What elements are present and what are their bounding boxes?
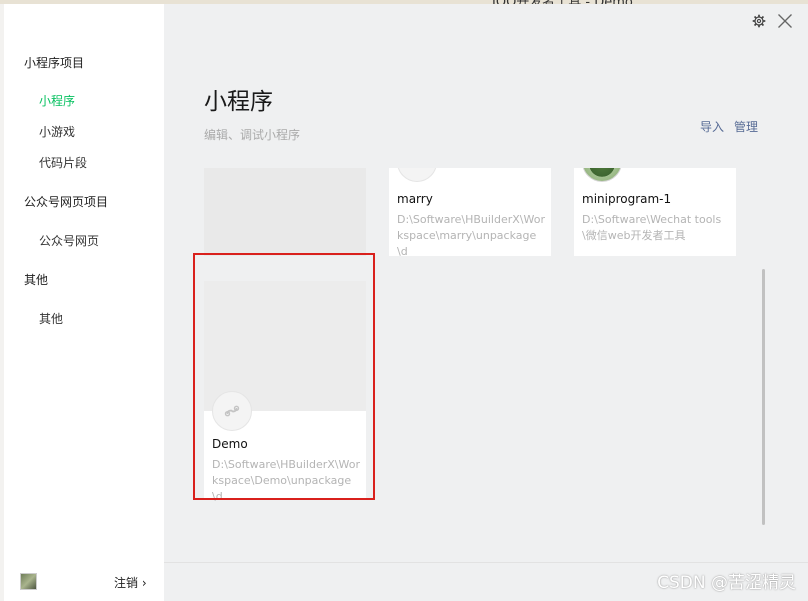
miniprogram-logo-icon	[212, 391, 252, 431]
project-name: miniprogram-1	[582, 192, 672, 206]
project-name: marry	[397, 192, 433, 206]
user-avatar[interactable]	[20, 573, 37, 590]
project-card-demo[interactable]: Demo D:\Software\HBuilderX\Workspace\Dem…	[204, 281, 366, 503]
nav-group-official-account-web: 公众号网页项目	[24, 195, 109, 209]
project-path: D:\Software\HBuilderX\Workspace\Demo\unp…	[212, 458, 360, 503]
sidebar: 小程序项目 小程序 小游戏 代码片段 公众号网页项目 公众号网页 其他 其他 注…	[4, 4, 164, 601]
miniprogram-logo-icon	[397, 168, 437, 182]
nav-group-miniprogram-projects: 小程序项目	[24, 56, 85, 70]
new-project-card[interactable]	[204, 168, 366, 256]
project-grid: marry D:\Software\HBuilderX\Workspace\ma…	[196, 168, 766, 560]
nav-item-code-snippets[interactable]: 代码片段	[39, 154, 87, 171]
project-card-marry[interactable]: marry D:\Software\HBuilderX\Workspace\ma…	[389, 168, 551, 258]
footer-divider	[164, 562, 808, 563]
close-icon[interactable]	[776, 12, 794, 30]
header-actions: 导入 管理	[700, 118, 758, 135]
nav-item-other[interactable]: 其他	[39, 310, 63, 327]
project-avatar	[582, 168, 622, 182]
nav-item-official-account-web[interactable]: 公众号网页	[39, 232, 99, 249]
main-panel: 小程序 编辑、调试小程序 导入 管理 marry D:\Software\HBu…	[164, 4, 808, 601]
project-path: D:\Software\HBuilderX\Workspace\marry\un…	[397, 213, 545, 258]
project-path: D:\Software\Wechat tools\微信web开发者工具	[582, 213, 722, 242]
nav-item-miniprogram[interactable]: 小程序	[39, 92, 75, 109]
project-name: Demo	[212, 437, 248, 451]
sidebar-footer: 注销 ›	[4, 561, 164, 601]
project-card-miniprogram-1[interactable]: miniprogram-1 D:\Software\Wechat tools\微…	[574, 168, 736, 256]
logout-button[interactable]: 注销 ›	[114, 574, 147, 591]
gear-icon[interactable]	[750, 12, 768, 30]
nav-group-other: 其他	[24, 273, 49, 287]
nav-item-minigame[interactable]: 小游戏	[39, 123, 75, 140]
import-button[interactable]: 导入	[700, 118, 724, 135]
window-controls	[750, 12, 794, 30]
scrollbar[interactable]	[762, 269, 765, 525]
page-subtitle: 编辑、调试小程序	[204, 128, 301, 142]
page-title: 小程序	[204, 89, 273, 115]
manage-button[interactable]: 管理	[734, 118, 758, 135]
project-selection-window: 小程序项目 小程序 小游戏 代码片段 公众号网页项目 公众号网页 其他 其他 注…	[4, 4, 808, 601]
watermark: CSDN @苦涩精灵	[657, 573, 796, 593]
